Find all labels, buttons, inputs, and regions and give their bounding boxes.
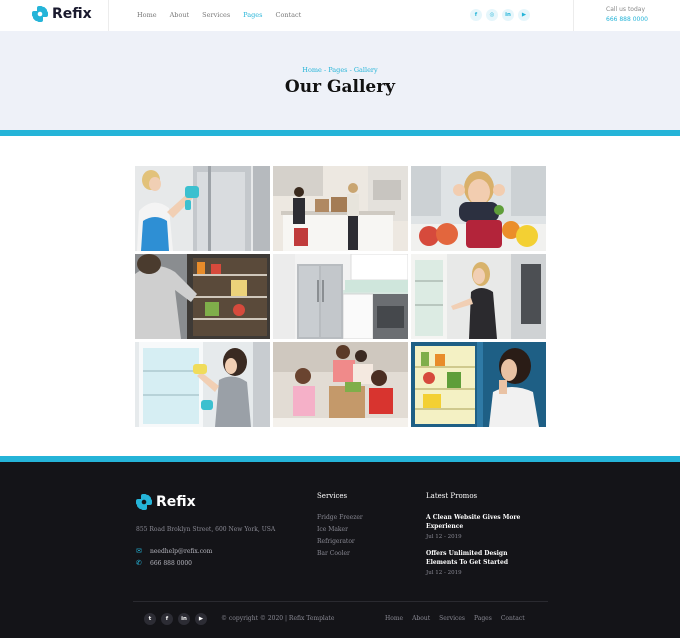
call-us: Call us today 666 888 0000 [606,6,648,23]
mail-icon: ✉ [136,547,142,555]
youtube-icon[interactable]: ▶ [518,9,530,21]
service-link[interactable]: Bar Cooler [317,550,363,562]
promo-item[interactable]: Offers Unlimited Design Elements To Get … [426,549,531,576]
promo-title[interactable]: Offers Unlimited Design Elements To Get … [426,549,531,567]
logo[interactable]: Refix [32,6,92,22]
services-heading: Services [317,492,348,500]
nav-services[interactable]: Services [202,11,230,19]
stainless-fridge-kitchen-photo[interactable] [273,254,408,339]
footer-logo[interactable]: Refix [136,494,196,510]
promo-date: Jul 12 - 2019 [426,534,462,540]
linkedin-icon[interactable]: in [178,613,190,625]
promo-title[interactable]: A Clean Website Gives More Experience [426,513,531,531]
header-divider [573,0,574,31]
nav-contact[interactable]: Contact [275,11,301,19]
family-with-groceries-photo[interactable] [273,342,408,427]
logo-mark-icon [136,494,152,510]
service-link[interactable]: Refrigerator [317,538,363,550]
nav-about[interactable]: About [170,11,190,19]
man-opening-fridge-photo[interactable] [135,254,270,339]
footer-nav-about[interactable]: About [412,615,430,622]
site-footer: Refix 855 Road Broklyn Street, 600 New Y… [0,462,680,638]
accent-bar [0,130,680,136]
header-divider [108,0,109,31]
copyright: © copyright © 2020 | Refix Template [221,615,335,622]
phone-icon: ✆ [136,559,142,567]
services-list: Fridge Freezer Ice Maker Refrigerator Ba… [317,514,363,562]
footer-social: t f in ▶ [144,613,212,625]
youtube-icon[interactable]: ▶ [195,613,207,625]
woman-wiping-fridge-photo[interactable] [135,342,270,427]
footer-nav-pages[interactable]: Pages [474,615,492,622]
woman-at-fridge-photo[interactable] [411,254,546,339]
footer-phone-text[interactable]: 666 888 0000 [150,560,192,567]
call-phone[interactable]: 666 888 0000 [606,16,648,23]
breadcrumb[interactable]: Home - Pages - Gallery [0,66,680,74]
footer-address: 855 Road Broklyn Street, 600 New York, U… [136,526,276,533]
linkedin-icon[interactable]: in [502,9,514,21]
logo-mark-icon [32,6,48,22]
footer-nav-services[interactable]: Services [439,615,465,622]
site-header: Refix Home About Services Pages Contact … [0,0,680,31]
footer-nav: Home About Services Pages Contact [385,615,534,622]
service-link[interactable]: Ice Maker [317,526,363,538]
footer-divider [133,601,548,602]
footer-nav-home[interactable]: Home [385,615,403,622]
footer-email-text[interactable]: needhelp@refix.com [150,548,212,555]
gallery-grid [135,166,546,427]
nav-pages[interactable]: Pages [243,11,262,19]
header-social: f ◎ in ▶ [470,9,534,21]
page-title: Our Gallery [284,77,396,97]
facebook-icon[interactable]: f [161,613,173,625]
promos-heading: Latest Promos [426,492,478,500]
woman-eating-at-fridge-photo[interactable] [411,342,546,427]
woman-cleaning-fridge-photo[interactable] [135,166,270,251]
woman-with-fruit-photo[interactable] [411,166,546,251]
footer-logo-text: Refix [156,494,196,510]
facebook-icon[interactable]: f [470,9,482,21]
logo-text: Refix [52,6,92,22]
footer-email: ✉ needhelp@refix.com [136,547,212,555]
nav-home[interactable]: Home [137,11,157,19]
call-label: Call us today [606,6,646,13]
footer-phone: ✆ 666 888 0000 [136,559,192,567]
service-link[interactable]: Fridge Freezer [317,514,363,526]
promo-date: Jul 12 - 2019 [426,570,462,576]
footer-nav-contact[interactable]: Contact [501,615,525,622]
page-hero: Home - Pages - Gallery Our Gallery [0,31,680,130]
family-unpacking-groceries-photo[interactable] [273,166,408,251]
twitter-icon[interactable]: t [144,613,156,625]
instagram-icon[interactable]: ◎ [486,9,498,21]
promo-item[interactable]: A Clean Website Gives More Experience Ju… [426,513,531,540]
main-nav: Home About Services Pages Contact [137,11,314,19]
